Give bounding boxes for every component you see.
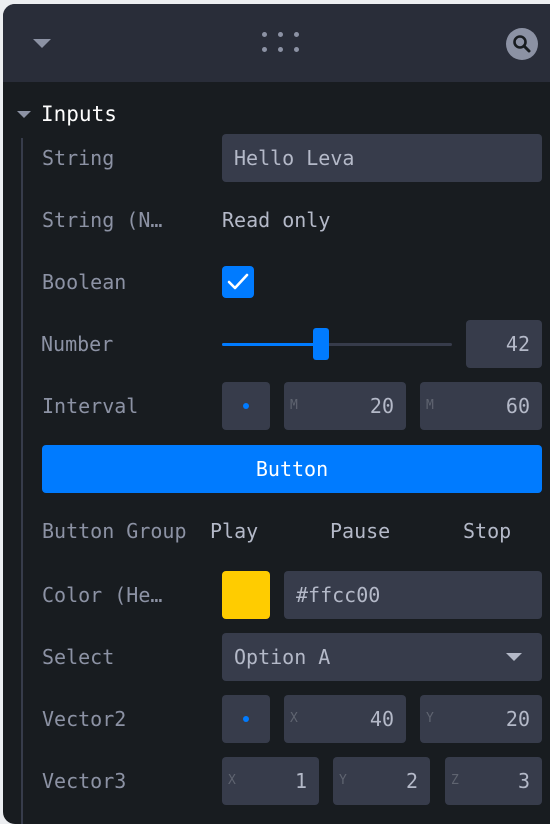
number-slider-fill (222, 343, 321, 346)
boolean-label: Boolean (42, 270, 127, 294)
boolean-checkbox[interactable] (222, 266, 254, 298)
vector3-y-letter: Y (339, 773, 347, 788)
interval-max-letter: M (426, 398, 434, 413)
interval-min-letter: M (290, 398, 298, 413)
color-input[interactable]: #ffcc00 (284, 571, 542, 619)
stop-button[interactable]: Stop (463, 507, 511, 555)
row-button-group: Button Group Play Pause Stop (3, 507, 550, 555)
vector3-y-input[interactable]: Y 2 (333, 757, 430, 805)
vector2-lock-button[interactable] (222, 695, 270, 743)
vector2-x-input[interactable]: X 40 (284, 695, 406, 743)
select-value: Option A (234, 645, 331, 669)
string-label: String (42, 146, 115, 170)
number-slider-thumb[interactable] (312, 328, 329, 360)
row-interval: Interval M 20 M 60 (3, 382, 550, 430)
pause-button[interactable]: Pause (330, 507, 390, 555)
interval-lock-button[interactable] (222, 382, 270, 430)
interval-max-value: 60 (505, 394, 530, 418)
vector2-x-value: 40 (369, 707, 394, 731)
vector3-y-value: 2 (405, 769, 418, 793)
interval-min-value: 20 (369, 394, 394, 418)
checkmark-icon (227, 273, 249, 290)
vector3-label: Vector3 (42, 769, 127, 793)
play-button[interactable]: Play (210, 507, 258, 555)
string-readonly-value: Read only (222, 208, 331, 232)
interval-min-input[interactable]: M 20 (284, 382, 406, 430)
search-icon[interactable] (506, 28, 538, 60)
interval-label: Interval (42, 394, 139, 418)
chevron-down-icon (506, 653, 522, 661)
vector2-label: Vector2 (42, 707, 127, 731)
vector3-x-letter: X (228, 773, 236, 788)
select-dropdown[interactable]: Option A (222, 633, 542, 681)
vector3-z-value: 3 (517, 769, 530, 793)
color-label: Color (He… (42, 583, 163, 607)
vector2-x-letter: X (290, 711, 298, 726)
number-input[interactable]: 42 (466, 320, 542, 368)
vector3-x-input[interactable]: X 1 (222, 757, 319, 805)
string-readonly-label: String (N… (42, 208, 163, 232)
select-label: Select (42, 645, 115, 669)
vector3-z-letter: Z (451, 773, 459, 788)
vector3-x-value: 1 (294, 769, 307, 793)
row-string: String Hello Leva (3, 134, 550, 182)
folder-title[interactable]: Inputs (41, 102, 117, 126)
vector2-y-value: 20 (505, 707, 530, 731)
leva-panel: Inputs String Hello Leva String (N… Read… (3, 4, 550, 824)
vector3-z-input[interactable]: Z 3 (445, 757, 542, 805)
row-vector3: Vector3 X 1 Y 2 Z 3 (3, 757, 550, 805)
main-button[interactable]: Button (42, 445, 542, 493)
row-select: Select Option A (3, 633, 550, 681)
folder-caret-icon[interactable] (17, 111, 31, 118)
color-swatch[interactable] (222, 571, 270, 619)
drag-handle-icon[interactable] (262, 32, 306, 56)
collapse-panel-icon[interactable] (33, 39, 51, 48)
row-color: Color (He… #ffcc00 (3, 571, 550, 619)
vector2-y-input[interactable]: Y 20 (420, 695, 542, 743)
row-button: Button (3, 445, 550, 493)
row-boolean: Boolean (3, 258, 550, 306)
vector2-y-letter: Y (426, 711, 434, 726)
string-input[interactable]: Hello Leva (222, 134, 542, 182)
panel-titlebar[interactable] (3, 4, 550, 82)
row-string-readonly: String (N… Read only (3, 196, 550, 244)
button-group-label: Button Group (42, 519, 187, 543)
row-vector2: Vector2 X 40 Y 20 (3, 695, 550, 743)
row-number: Number 42 (3, 320, 550, 368)
interval-max-input[interactable]: M 60 (420, 382, 542, 430)
number-label: Number (41, 332, 114, 356)
